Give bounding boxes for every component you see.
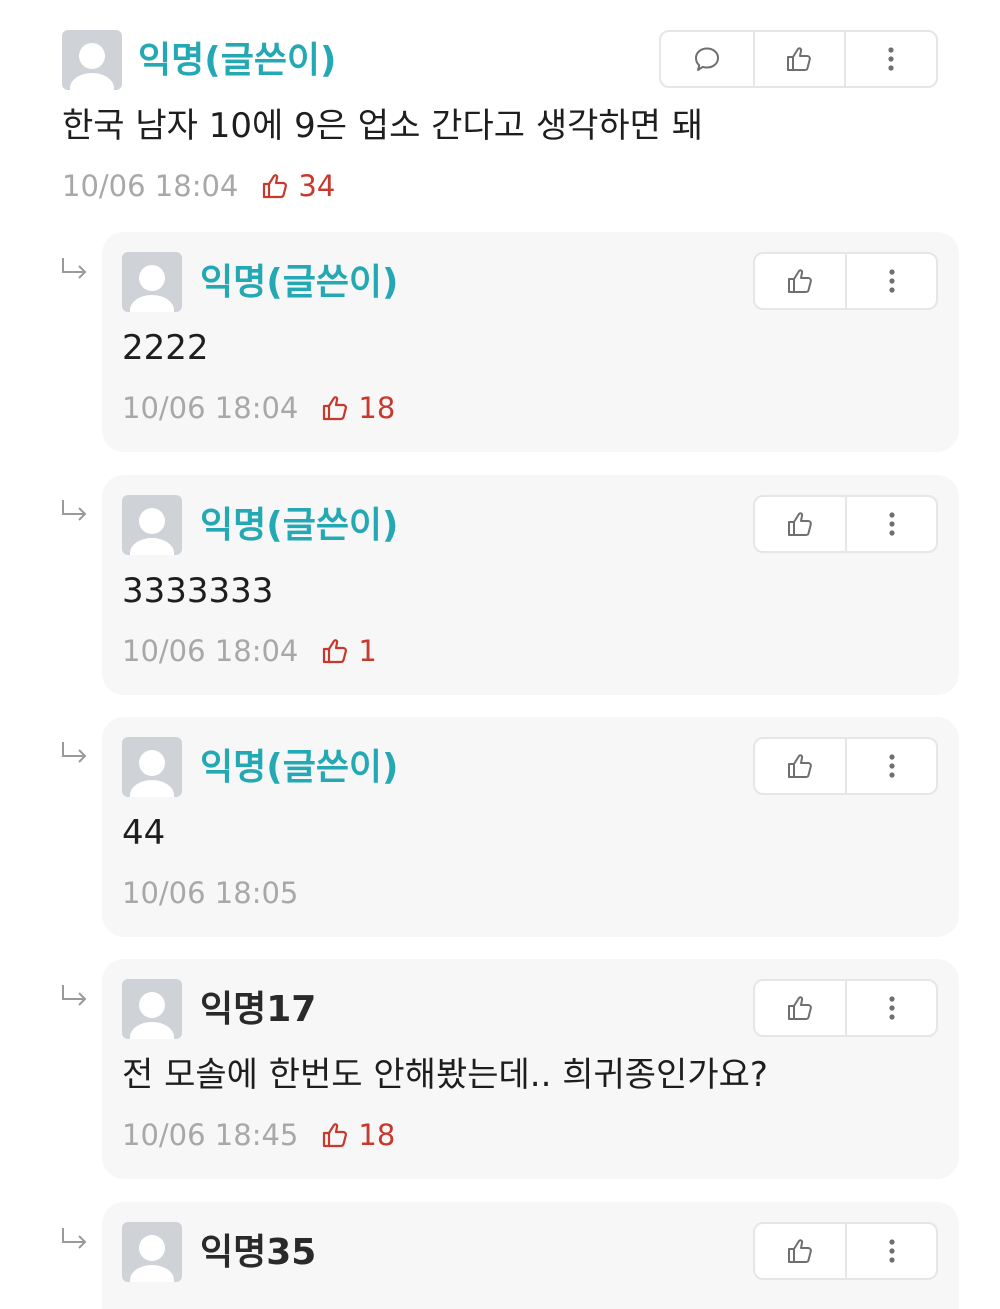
avatar[interactable] xyxy=(122,1222,182,1282)
comment-meta: 10/06 18:45 18 xyxy=(122,1117,395,1153)
more-button[interactable] xyxy=(845,739,936,793)
like-count: 34 xyxy=(260,168,335,204)
more-vertical-icon xyxy=(889,269,895,293)
like-button[interactable] xyxy=(755,254,845,308)
speech-bubble-icon xyxy=(694,47,719,71)
thumbs-up-icon xyxy=(787,47,812,71)
avatar[interactable] xyxy=(122,737,182,797)
avatar[interactable] xyxy=(122,252,182,312)
comment-time: 10/06 18:45 xyxy=(122,1118,299,1152)
avatar[interactable] xyxy=(62,30,122,90)
more-vertical-icon xyxy=(889,996,895,1020)
thumbs-up-icon xyxy=(323,396,348,421)
reply-arrow-icon xyxy=(62,500,87,521)
reply-comment: 익명(글쓴이) 2222 10/06 18:04 18 xyxy=(102,232,959,452)
comment-time: 10/06 18:04 xyxy=(122,391,299,425)
reply-comment: 익명35 xyxy=(102,1202,959,1309)
comment-actions xyxy=(753,252,938,310)
more-vertical-icon xyxy=(889,512,895,536)
comment-author[interactable]: 익명(글쓴이) xyxy=(200,747,399,789)
more-button[interactable] xyxy=(845,981,936,1035)
more-vertical-icon xyxy=(889,1239,895,1263)
thumbs-up-icon xyxy=(788,996,813,1020)
comment: 익명(글쓴이) 한국 남자 10에 9은 업소 간다고 생각하면 돼 10/06… xyxy=(0,0,1000,222)
comment-actions xyxy=(659,30,938,88)
avatar[interactable] xyxy=(122,495,182,555)
comment-time: 10/06 18:05 xyxy=(122,876,299,910)
comment-meta: 10/06 18:05 xyxy=(122,875,298,911)
thumbs-up-icon xyxy=(788,1239,813,1263)
comment-author[interactable]: 익명17 xyxy=(200,989,316,1031)
reply-comment: 익명(글쓴이) 3333333 10/06 18:04 1 xyxy=(102,475,959,695)
like-button[interactable] xyxy=(755,1224,845,1278)
thumbs-up-icon xyxy=(788,512,813,536)
reply-arrow-icon xyxy=(62,258,87,279)
thumbs-up-icon xyxy=(788,269,813,293)
like-count-value: 34 xyxy=(298,169,336,203)
more-vertical-icon xyxy=(888,47,894,71)
reply-button[interactable] xyxy=(661,32,753,86)
more-button[interactable] xyxy=(845,497,936,551)
comment-actions xyxy=(753,737,938,795)
comment-actions xyxy=(753,979,938,1037)
like-count-value: 18 xyxy=(358,1118,396,1152)
comment-author[interactable]: 익명35 xyxy=(200,1232,316,1274)
avatar[interactable] xyxy=(122,979,182,1039)
comment-time: 10/06 18:04 xyxy=(122,634,299,668)
comment-actions xyxy=(753,1222,938,1280)
thumbs-up-icon xyxy=(323,639,348,664)
reply-comment: 익명(글쓴이) 44 10/06 18:05 xyxy=(102,717,959,937)
comment-meta: 10/06 18:04 34 xyxy=(62,168,335,204)
comment-time: 10/06 18:04 xyxy=(62,169,239,203)
reply-arrow-icon xyxy=(62,985,87,1006)
like-count-value: 18 xyxy=(358,391,396,425)
like-button[interactable] xyxy=(755,497,845,551)
reply-comment: 익명17 전 모솔에 한번도 안해봤는데.. 희귀종인가요? 10/06 18:… xyxy=(102,959,959,1179)
comment-author[interactable]: 익명(글쓴이) xyxy=(200,262,399,304)
comment-text: 전 모솔에 한번도 안해봤는데.. 희귀종인가요? xyxy=(122,1055,768,1095)
like-count: 1 xyxy=(320,633,377,669)
thumbs-up-icon xyxy=(788,754,813,778)
like-button[interactable] xyxy=(755,981,845,1035)
more-button[interactable] xyxy=(845,254,936,308)
like-button[interactable] xyxy=(752,32,845,86)
comment-meta: 10/06 18:04 1 xyxy=(122,633,377,669)
reply-arrow-icon xyxy=(62,742,87,763)
like-count: 18 xyxy=(320,1117,395,1153)
comment-text: 3333333 xyxy=(122,571,274,611)
comment-text: 한국 남자 10에 9은 업소 간다고 생각하면 돼 xyxy=(62,106,704,146)
comment-text: 44 xyxy=(122,813,166,853)
more-button[interactable] xyxy=(845,1224,936,1278)
like-button[interactable] xyxy=(755,739,845,793)
comment-author[interactable]: 익명(글쓴이) xyxy=(200,505,399,547)
thumbs-up-icon xyxy=(323,1123,348,1148)
comment-author[interactable]: 익명(글쓴이) xyxy=(138,40,337,82)
more-button[interactable] xyxy=(844,32,936,86)
comment-text: 2222 xyxy=(122,328,209,368)
reply-arrow-icon xyxy=(62,1228,87,1249)
comment-actions xyxy=(753,495,938,553)
thumbs-up-icon xyxy=(263,174,288,199)
like-count-value: 1 xyxy=(358,634,377,668)
comment-meta: 10/06 18:04 18 xyxy=(122,390,395,426)
more-vertical-icon xyxy=(889,754,895,778)
like-count: 18 xyxy=(320,390,395,426)
